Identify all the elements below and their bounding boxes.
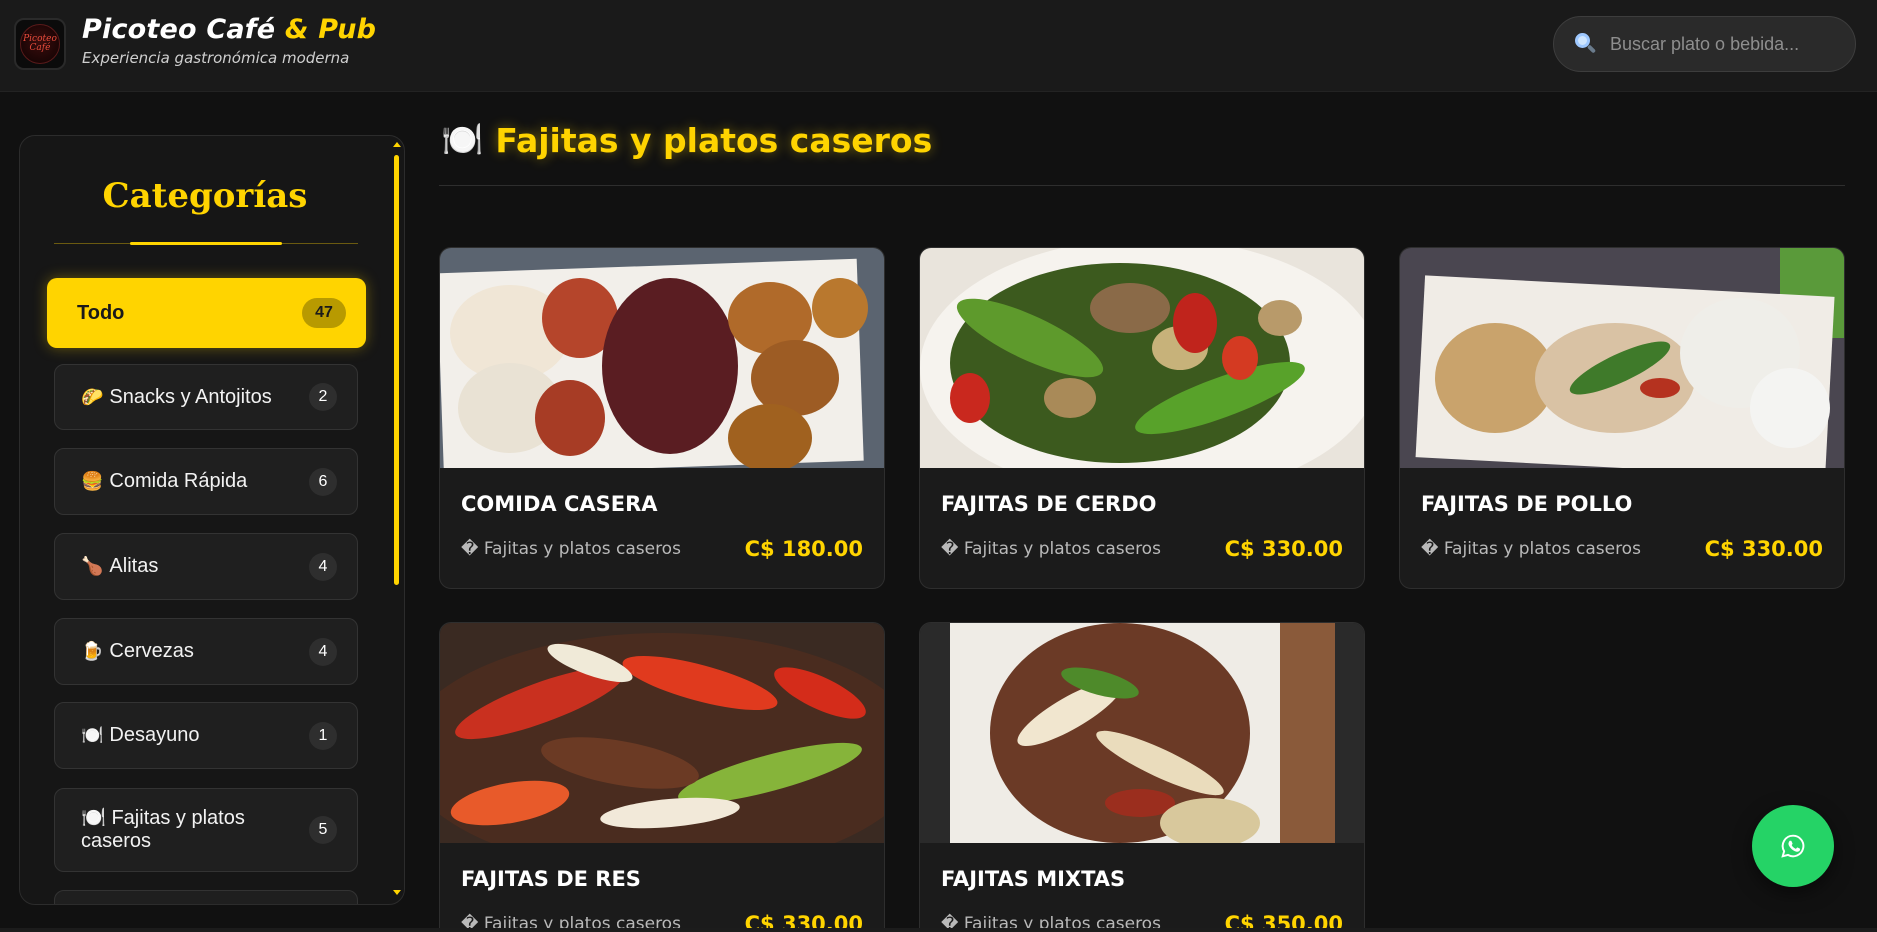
category-count-badge: 4 — [309, 637, 337, 666]
category-item-alitas[interactable]: 🍗 Alitas 4 — [54, 533, 358, 600]
product-price: C$ 330.00 — [1704, 537, 1823, 561]
taco-icon: 🌮 — [81, 386, 104, 407]
whatsapp-button[interactable] — [1752, 805, 1834, 887]
product-card[interactable]: FAJITAS DE POLLO � Fajitas y platos case… — [1399, 247, 1845, 589]
brand-subtitle: Experiencia gastronómica moderna — [82, 49, 350, 67]
brand-title-accent: & Pub — [284, 14, 377, 45]
product-price: C$ 330.00 — [1224, 537, 1343, 561]
page-bottom-edge — [0, 928, 1877, 932]
product-card[interactable]: FAJITAS DE CERDO � Fajitas y platos case… — [919, 247, 1365, 589]
product-name: FAJITAS DE POLLO — [1421, 492, 1633, 516]
category-label: Cervezas — [109, 640, 194, 662]
product-category: � Fajitas y platos caseros — [461, 539, 681, 559]
product-category: � Fajitas y platos caseros — [941, 539, 1161, 559]
category-label: Desayuno — [109, 724, 200, 746]
burger-icon: 🍔 — [81, 471, 104, 491]
section-header: 🍽️ Fajitas y platos caseros — [441, 120, 932, 160]
section-divider — [439, 185, 1845, 186]
whatsapp-icon — [1781, 834, 1805, 858]
categories-divider-accent — [130, 242, 282, 245]
category-label: Alitas — [109, 555, 159, 577]
top-header: Picoteo Café Picoteo Café & Pub Experien… — [0, 0, 1877, 92]
categories-title: Categorías — [102, 176, 308, 216]
category-count-badge: 6 — [309, 467, 337, 496]
category-count-badge: 4 — [309, 552, 337, 581]
scroll-up-arrow-icon[interactable] — [393, 142, 401, 147]
beer-icon: 🍺 — [81, 641, 104, 661]
category-count-badge: 1 — [309, 721, 337, 750]
scroll-down-arrow-icon[interactable] — [393, 890, 401, 895]
category-item-snacks[interactable]: 🌮 Snacks y Antojitos 2 — [54, 364, 358, 430]
categories-sidebar: Categorías Todo 47 🌮 Snacks y Antojitos … — [19, 135, 405, 905]
sidebar-scrollbar-thumb[interactable] — [394, 155, 399, 585]
category-label: 🍽️ Fajitas y platos caseros — [81, 807, 245, 852]
product-name: FAJITAS MIXTAS — [941, 867, 1126, 891]
product-name: FAJITAS DE RES — [461, 867, 641, 891]
search-input[interactable] — [1610, 33, 1840, 55]
category-item-desayuno[interactable]: 🍽️ Desayuno 1 — [54, 702, 358, 769]
category-label: Todo — [77, 301, 125, 324]
category-item-cervezas[interactable]: 🍺 Cervezas 4 — [54, 618, 358, 685]
brand-title: Picoteo Café & Pub — [82, 14, 376, 45]
product-image-fajitas-de-pollo — [1400, 248, 1844, 468]
category-label: Comida Rápida — [109, 470, 248, 492]
plate-icon: 🍽️ — [81, 807, 106, 829]
plate-icon: 🍽️ — [81, 725, 104, 745]
product-price: C$ 180.00 — [744, 537, 863, 561]
product-card[interactable]: COMIDA CASERA � Fajitas y platos caseros… — [439, 247, 885, 589]
plate-cutlery-icon: 🍽️ — [441, 121, 484, 159]
category-label: Snacks y Antojitos — [109, 385, 272, 408]
brand-title-main: Picoteo Café — [82, 14, 276, 45]
category-item-comida-rapida[interactable]: 🍔 Comida Rápida 6 — [54, 448, 358, 515]
search-bar[interactable] — [1553, 16, 1856, 72]
brand-logo[interactable]: Picoteo Café — [14, 18, 66, 70]
section-title: Fajitas y platos caseros — [495, 120, 933, 160]
search-icon — [1572, 31, 1598, 57]
product-name: FAJITAS DE CERDO — [941, 492, 1157, 516]
product-image-fajitas-de-res — [440, 623, 884, 843]
product-image-fajitas-mixtas — [920, 623, 1364, 843]
category-item-todo[interactable]: Todo 47 — [47, 278, 366, 348]
brand-block: Picoteo Café & Pub Experiencia gastronóm… — [82, 14, 376, 67]
category-item-partial[interactable] — [54, 890, 358, 904]
category-count-badge: 47 — [302, 298, 346, 328]
category-count-badge: 5 — [309, 816, 337, 844]
product-card[interactable]: FAJITAS DE RES � Fajitas y platos casero… — [439, 622, 885, 932]
logo-emblem: Picoteo Café — [20, 24, 60, 64]
product-image-fajitas-de-cerdo — [920, 248, 1364, 468]
product-name: COMIDA CASERA — [461, 492, 658, 516]
category-item-fajitas[interactable]: 🍽️ Fajitas y platos caseros 5 — [54, 788, 358, 872]
product-card[interactable]: FAJITAS MIXTAS � Fajitas y platos casero… — [919, 622, 1365, 932]
chicken-leg-icon: 🍗 — [81, 556, 104, 576]
product-category: � Fajitas y platos caseros — [1421, 539, 1641, 559]
product-image-comida-casera — [440, 248, 884, 468]
category-count-badge: 2 — [309, 383, 337, 411]
